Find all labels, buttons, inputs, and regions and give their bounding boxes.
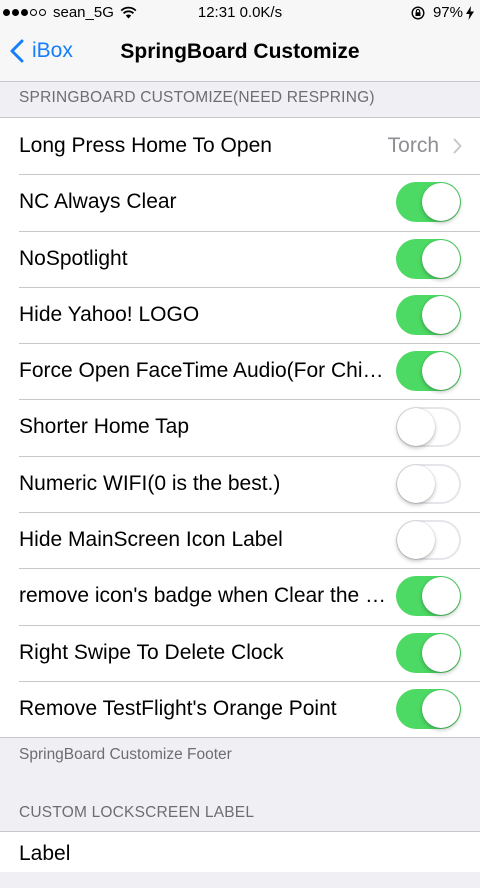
toggle-switch[interactable]	[396, 520, 461, 561]
table-row: Shorter Home Tap	[0, 399, 480, 455]
row-label: Hide Yahoo! LOGO	[19, 302, 200, 326]
toggle-switch[interactable]	[396, 463, 461, 504]
row-label: Hide MainScreen Icon Label	[19, 528, 283, 552]
toggle-switch[interactable]	[396, 632, 461, 673]
row-label: NC Always Clear	[19, 190, 177, 214]
table-row: Hide MainScreen Icon Label	[0, 512, 480, 568]
row-label: Long Press Home To Open	[19, 134, 272, 157]
charging-bolt-icon	[466, 5, 474, 20]
detail-disclosure[interactable]: Torch	[388, 134, 462, 158]
table-row: Remove TestFlight's Orange Point	[0, 680, 480, 737]
section-header-lockscreen: CUSTOM LOCKSCREEN LABEL	[19, 804, 255, 821]
section-footer: SpringBoard Customize Footer	[19, 746, 232, 763]
table-row: Right Swipe To Delete Clock	[0, 624, 480, 681]
table-row: Numeric WIFI(0 is the best.)	[0, 455, 480, 512]
table-row: NoSpotlight	[0, 230, 480, 287]
toggle-switch[interactable]	[396, 182, 461, 223]
toggle-switch[interactable]	[396, 238, 461, 279]
table-row: NC Always Clear	[0, 174, 480, 230]
toggle-switch[interactable]	[396, 407, 461, 448]
row-detail-value: Torch	[387, 134, 439, 157]
table-row: Force Open FaceTime Audio(For China)	[0, 343, 480, 399]
row-label: Remove TestFlight's Orange Point	[19, 696, 337, 720]
navigation-bar: iBox SpringBoard Customize	[0, 26, 480, 82]
table-row[interactable]: Label	[0, 832, 480, 888]
section-header-springboard: SPRINGBOARD CUSTOMIZE(NEED RESPRING)	[19, 89, 375, 106]
chevron-right-icon	[453, 138, 462, 154]
row-label: Right Swipe To Delete Clock	[19, 640, 284, 664]
row-label: remove icon's badge when Clear the notif…	[19, 584, 389, 608]
status-bar: sean_5G 12:31 0.0K/s 97%	[0, 0, 480, 26]
settings-table: Long Press Home To Open Torch NC Always …	[0, 117, 480, 739]
table-row[interactable]: Long Press Home To Open Torch	[0, 118, 480, 174]
toggle-switch[interactable]	[396, 294, 461, 335]
row-label: NoSpotlight	[19, 246, 128, 270]
row-label: Numeric WIFI(0 is the best.)	[19, 471, 281, 495]
table-row: remove icon's badge when Clear the notif…	[0, 568, 480, 624]
page-title: SpringBoard Customize	[120, 40, 360, 63]
rotation-lock-icon	[411, 5, 425, 20]
toggle-switch[interactable]	[396, 688, 461, 729]
row-label: Force Open FaceTime Audio(For China)	[19, 359, 389, 383]
battery-percentage: 97%	[432, 4, 463, 21]
table-row: Hide Yahoo! LOGO	[0, 286, 480, 343]
row-label: Label	[19, 842, 71, 865]
status-time: 12:31 0.0K/s	[197, 4, 283, 21]
lockscreen-table: Label	[0, 831, 480, 872]
toggle-switch[interactable]	[396, 351, 461, 392]
row-label: Shorter Home Tap	[19, 415, 190, 439]
toggle-switch[interactable]	[396, 576, 461, 617]
